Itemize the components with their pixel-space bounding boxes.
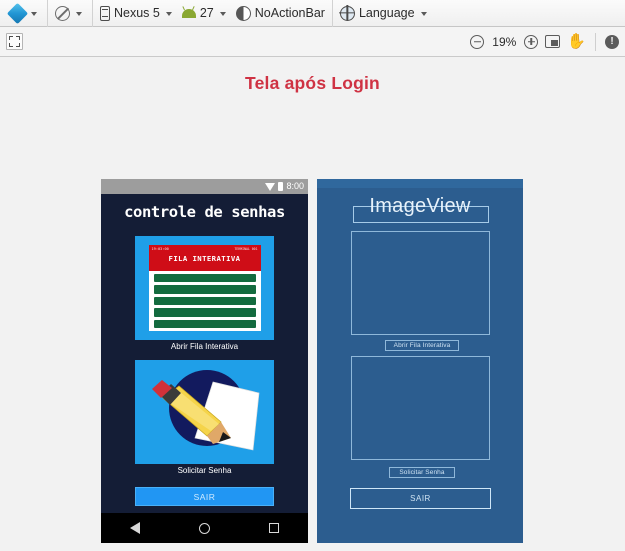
corner-mark-tl [9,36,13,40]
plus-icon-vertical [530,38,533,45]
api-level-selector[interactable]: 27 [180,2,231,24]
pencil-paper-image [135,360,274,464]
fila-header: 19:03:00 TERMINAL 001 FILA INTERATIVA [148,245,261,271]
chevron-down-icon [420,12,427,16]
chevron-down-icon [219,12,226,16]
pencil-and-paper-illustration [135,360,274,464]
zoom-to-fit-button[interactable] [545,35,561,48]
device-preview[interactable]: 8:00 controle de senhas 19:03:00 TERMINA… [101,179,308,543]
toolbar-group-theme-none [48,0,93,27]
zoom-out-button[interactable] [470,34,485,49]
fila-queue-rows [149,271,261,331]
minus-icon [473,40,481,43]
zoom-controls: 19% ✋ ! [470,32,619,51]
language-selector[interactable]: Language [338,2,432,24]
blueprint-exit-button[interactable]: SAIR [350,488,491,509]
blueprint-caption-2[interactable]: Solicitar Senha [389,467,455,478]
fila-interativa-image: 19:03:00 TERMINAL 001 FILA INTERATIVA [135,236,274,340]
fila-title-label: FILA INTERATIVA [168,254,241,263]
chevron-down-icon [165,12,172,16]
status-bar-time: 8:00 [286,181,304,191]
zoom-level-label: 19% [492,34,517,49]
app-logo-icon [6,2,29,24]
corner-mark-br [16,43,20,47]
card-solicitar-senha[interactable]: Solicitar Senha [135,360,274,475]
corner-mark-tr [16,36,20,40]
page-title: Tela após Login [245,73,380,93]
no-theme-dropdown[interactable] [53,2,87,24]
blueprint-caption-1[interactable]: Abrir Fila Interativa [385,340,459,351]
language-label: Language [358,5,415,20]
fila-interativa-screenshot: 19:03:00 TERMINAL 001 FILA INTERATIVA [148,245,261,331]
toolbar-group-app [0,0,48,27]
card-abrir-fila-interativa[interactable]: 19:03:00 TERMINAL 001 FILA INTERATIVA Ab… [135,236,274,351]
fullscreen-toggle-button[interactable] [6,33,23,50]
blueprint-imageview-2[interactable] [351,356,490,460]
globe-icon [339,5,355,21]
theme-icon [235,5,251,21]
toolbar-group-language: Language [333,0,437,27]
canvas-toolbar: 19% ✋ ! [0,27,625,57]
system-navigation-bar [101,513,308,543]
no-theme-icon [55,5,70,21]
device-status-bar: 8:00 [101,179,308,194]
chevron-down-icon [31,12,37,16]
toolbar-group-device: Nexus 5 27 NoActionBar [93,0,333,27]
wifi-icon [265,182,276,191]
nav-recents-icon[interactable] [268,523,279,533]
corner-mark-bl [9,43,13,47]
nav-back-icon[interactable] [130,522,141,534]
android-api-icon [181,8,196,18]
fila-row [153,308,256,317]
pan-tool-icon[interactable]: ✋ [567,34,586,49]
battery-icon [278,182,284,191]
card-caption-abrir-fila: Abrir Fila Interativa [170,342,239,351]
exit-button[interactable]: SAIR [135,487,274,506]
zoom-in-button[interactable] [524,34,539,49]
fila-terminal-label: TERMINAL 001 [234,247,258,251]
chevron-down-icon [76,12,82,16]
pencil-paper-svg [152,380,260,451]
fila-clock-label: 19:03:00 [151,247,169,251]
device-selector[interactable]: Nexus 5 [98,2,177,24]
device-phone-icon [100,5,110,21]
nav-home-icon[interactable] [198,522,210,534]
api-level-label: 27 [199,5,214,20]
theme-label: NoActionBar [254,5,325,20]
blueprint-preview[interactable]: ImageView Abrir Fila Interativa Solicita… [317,179,523,543]
theme-selector[interactable]: NoActionBar [234,2,327,24]
blueprint-imageview-1[interactable] [351,231,490,335]
fila-row [153,319,256,329]
fila-row [153,285,256,294]
blueprint-status-band [317,179,523,188]
fila-row [153,296,256,306]
design-canvas[interactable]: Tela após Login 8:00 controle de senhas … [0,57,625,550]
toolbar-divider [595,32,596,51]
fila-row [153,274,256,283]
main-toolbar: Nexus 5 27 NoActionBar Language [0,0,625,27]
app-logo-dropdown[interactable] [5,2,42,24]
warning-icon[interactable]: ! [605,34,619,49]
app-title-label: controle de senhas [124,203,285,221]
device-name-label: Nexus 5 [114,5,160,20]
blueprint-title-label: ImageView [369,195,471,217]
card-caption-solicitar-senha: Solicitar Senha [177,466,232,475]
